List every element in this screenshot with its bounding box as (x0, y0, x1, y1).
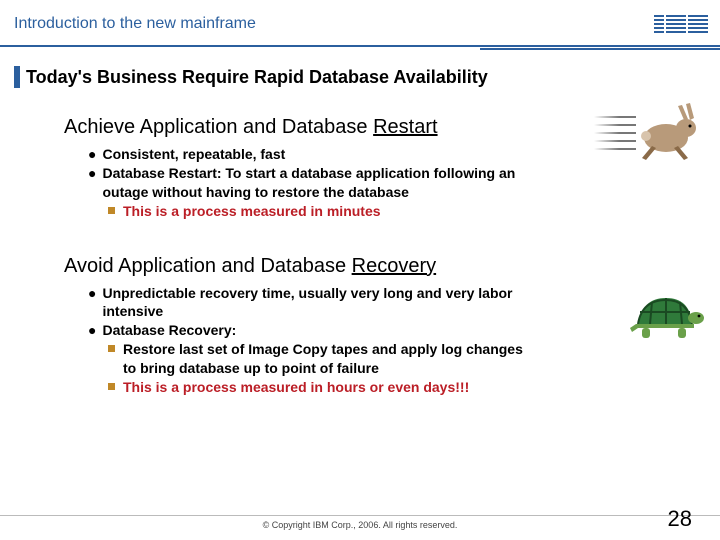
section-heading-word: Recovery (352, 255, 436, 277)
ibm-logo (654, 15, 708, 33)
sub-bullet-text: This is a process measured in hours or e… (123, 378, 469, 397)
sub-bullet-text: This is a process measured in minutes (123, 202, 381, 221)
section1-bullets: ● Consistent, repeatable, fast ● Databas… (88, 145, 528, 221)
bullet-text: Database Recovery: (102, 321, 236, 340)
bullet-dot-icon: ● (88, 164, 96, 202)
sub-bullet-item: Restore last set of Image Copy tapes and… (108, 340, 528, 378)
slide-title-row: Today's Business Require Rapid Database … (0, 66, 720, 88)
bullet-dot-icon: ● (88, 321, 96, 340)
bullet-item: ● Database Recovery: (88, 321, 528, 340)
bullet-item: ● Unpredictable recovery time, usually v… (88, 284, 528, 322)
section-heading-recovery: Avoid Application and Database Recovery (64, 255, 656, 278)
bullet-text: Database Restart: To start a database ap… (102, 164, 528, 202)
bullet-square-icon (108, 207, 115, 214)
slide-content: Achieve Application and Database Restart… (0, 88, 720, 397)
header-rule (0, 45, 720, 48)
bullet-square-icon (108, 345, 115, 352)
slide-header: Introduction to the new mainframe (0, 0, 720, 48)
header-title: Introduction to the new mainframe (14, 15, 256, 33)
rabbit-illustration (594, 102, 714, 182)
slide-footer: © Copyright IBM Corp., 2006. All rights … (0, 515, 720, 530)
section-heading-restart: Achieve Application and Database Restart (64, 116, 656, 139)
page-number: 28 (668, 506, 692, 532)
bullet-text: Consistent, repeatable, fast (102, 145, 285, 164)
bullet-item: ● Database Restart: To start a database … (88, 164, 528, 202)
bullet-text: Unpredictable recovery time, usually ver… (102, 284, 528, 322)
sub-bullet-item: This is a process measured in hours or e… (108, 378, 528, 397)
bullet-square-icon (108, 383, 115, 390)
bullet-item: ● Consistent, repeatable, fast (88, 145, 528, 164)
bullet-dot-icon: ● (88, 284, 96, 322)
section-heading-pre: Achieve Application and Database (64, 116, 373, 138)
section-heading-pre: Avoid Application and Database (64, 255, 352, 277)
section2-bullets: ● Unpredictable recovery time, usually v… (88, 284, 528, 397)
slide-title: Today's Business Require Rapid Database … (26, 67, 488, 88)
sub-bullet-text: Restore last set of Image Copy tapes and… (123, 340, 528, 378)
copyright-text: © Copyright IBM Corp., 2006. All rights … (0, 520, 720, 530)
section-heading-word: Restart (373, 116, 437, 138)
sub-bullet-item: This is a process measured in minutes (108, 202, 528, 221)
title-accent-bar (14, 66, 20, 88)
bullet-dot-icon: ● (88, 145, 96, 164)
